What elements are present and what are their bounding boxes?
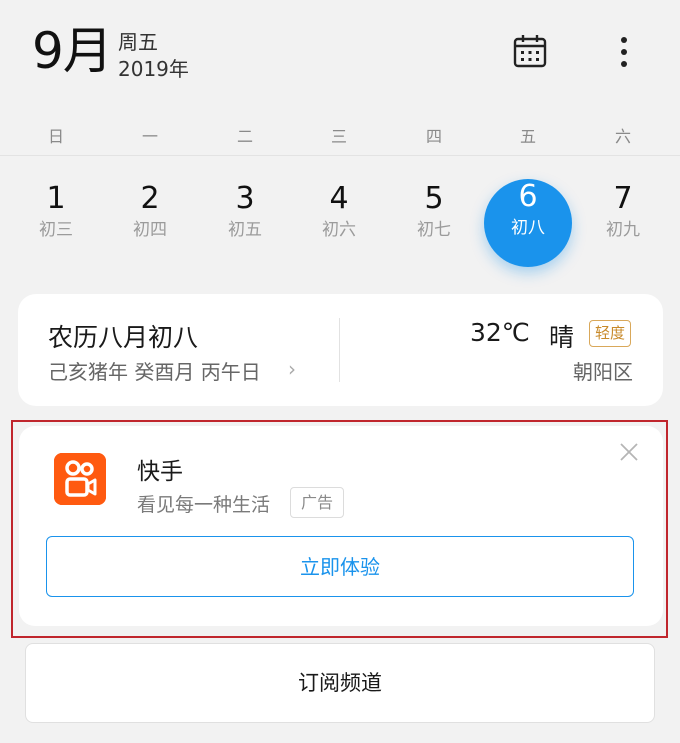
ad-tag: 广告 [290, 487, 345, 518]
weekday-label: 周五 [118, 30, 158, 54]
month-title[interactable]: 9月 [32, 20, 113, 82]
district-label: 朝阳区 [573, 360, 633, 384]
day-lunar: 初四 [133, 220, 167, 240]
day-number: 7 [613, 181, 633, 216]
weekday-tue: 二 [236, 127, 253, 146]
week-header: 日 一 二 三 四 五 六 [0, 118, 680, 156]
day-number: 1 [46, 181, 66, 216]
more-vertical-icon[interactable] [610, 32, 638, 72]
air-quality-badge: 轻度 [589, 320, 632, 347]
kuaishou-logo-icon [54, 453, 106, 505]
day-number: 6 [518, 179, 538, 214]
subscribe-channel-button[interactable]: 订阅频道 [25, 643, 655, 723]
day-number: 5 [424, 181, 444, 216]
lunar-date: 农历八月初八 [48, 323, 199, 352]
divider [339, 318, 340, 382]
weekday-wed: 三 [330, 127, 347, 146]
chevron-right-icon[interactable]: › [288, 357, 296, 381]
ad-card: 快手 看见每一种生活 广告 立即体验 [19, 426, 663, 626]
temperature: 32℃ [470, 318, 530, 347]
year-label: 2019年 [118, 57, 189, 81]
day-lunar: 初八 [511, 218, 545, 238]
ganzhi-link[interactable]: 己亥猪年 癸酉月 丙午日 [48, 356, 261, 385]
ad-app-name: 快手 [137, 459, 183, 485]
weekday-thu: 四 [425, 127, 442, 146]
try-now-button[interactable]: 立即体验 [46, 536, 634, 597]
day-number: 2 [140, 181, 160, 216]
lunar-weather-card: 农历八月初八 己亥猪年 癸酉月 丙午日 › 32℃ 晴 轻度 朝阳区 [18, 294, 663, 406]
day-cell[interactable]: 7 初九 [578, 180, 668, 242]
day-lunar: 初七 [417, 220, 451, 240]
day-number: 3 [235, 181, 255, 216]
day-lunar: 初九 [606, 220, 640, 240]
header: 9月 周五 2019年 [0, 0, 680, 105]
day-cell[interactable]: 3 初五 [200, 180, 290, 242]
day-cell[interactable]: 1 初三 [11, 180, 101, 242]
weekday-sat: 六 [614, 127, 631, 146]
day-number: 4 [329, 181, 349, 216]
day-lunar: 初五 [228, 220, 262, 240]
day-lunar: 初六 [322, 220, 356, 240]
close-icon[interactable] [617, 440, 641, 464]
day-cell[interactable]: 5 初七 [389, 180, 479, 242]
weekday-mon: 一 [141, 127, 158, 146]
day-lunar: 初三 [39, 220, 73, 240]
day-cell[interactable]: 4 初六 [294, 180, 384, 242]
ad-description: 看见每一种生活 [137, 494, 271, 516]
day-cell[interactable]: 2 初四 [105, 180, 195, 242]
day-cell-selected[interactable]: 6 初八 [483, 178, 573, 240]
weekday-fri: 五 [519, 127, 536, 146]
day-row: 1 初三 2 初四 3 初五 4 初六 5 初七 6 初八 7 初九 [0, 168, 680, 268]
weekday-sun: 日 [47, 127, 64, 146]
calendar-icon[interactable] [512, 33, 548, 69]
weather-condition: 晴 [549, 323, 575, 352]
